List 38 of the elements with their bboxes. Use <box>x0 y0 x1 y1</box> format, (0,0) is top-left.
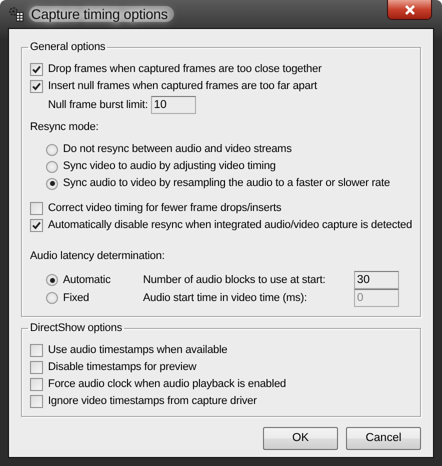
radio-label[interactable]: Do not resync between audio and video streams <box>63 143 292 156</box>
close-icon <box>404 4 416 14</box>
checkbox[interactable] <box>30 378 43 392</box>
group-title: General options <box>29 41 106 54</box>
field-label: Null frame burst limit: <box>48 98 148 112</box>
checkbox-label[interactable]: Insert null frames when captured frames are too far apart <box>48 80 318 94</box>
checkbox[interactable] <box>30 202 43 216</box>
checkbox-label[interactable]: Disable timestamps for preview <box>48 361 196 374</box>
field-label: Number of audio blocks to use at start: <box>143 274 326 287</box>
checkbox-label[interactable]: Ignore video timestamps from capture driver <box>48 395 257 408</box>
ok-button[interactable]: OK <box>263 427 338 450</box>
checkbox[interactable] <box>30 344 43 358</box>
text-field[interactable]: 30 <box>354 271 399 290</box>
radio-button[interactable] <box>46 160 58 173</box>
checkbox-label[interactable]: Drop frames when captured frames are too close together <box>48 63 322 76</box>
radio-label[interactable]: Sync video to audio by adjusting video timing <box>63 160 276 174</box>
checkbox[interactable] <box>30 361 43 374</box>
radio-label[interactable]: Sync audio to video by resampling the audio to a faster or slower rate <box>63 177 390 190</box>
settings-icon <box>8 6 24 22</box>
close-button[interactable] <box>387 0 432 20</box>
checkbox[interactable] <box>30 395 43 408</box>
checkbox-label[interactable]: Force audio clock when audio playback is enabled <box>48 378 286 392</box>
checkbox[interactable] <box>30 80 43 94</box>
field-label: Audio start time in video time (ms): <box>143 292 308 305</box>
checkbox-label[interactable]: Use audio timestamps when available <box>48 344 228 358</box>
section-label: Resync mode: <box>30 121 99 134</box>
radio-button[interactable] <box>46 178 58 190</box>
checkbox[interactable] <box>30 219 43 232</box>
radio-label[interactable]: Automatic <box>63 274 138 287</box>
group-title: DirectShow options <box>29 322 124 336</box>
radio-button[interactable] <box>46 274 58 286</box>
cancel-button[interactable]: Cancel <box>346 427 421 450</box>
checkbox[interactable] <box>30 63 43 76</box>
text-field[interactable]: 10 <box>150 96 196 114</box>
checkbox-label[interactable]: Automatically disable resync when integrated audio/video capture is detected <box>48 219 412 232</box>
checkbox-label[interactable]: Correct video timing for fewer frame drops/inserts <box>48 202 282 216</box>
section-label: Audio latency determination: <box>30 250 165 264</box>
radio-button[interactable] <box>46 144 58 156</box>
